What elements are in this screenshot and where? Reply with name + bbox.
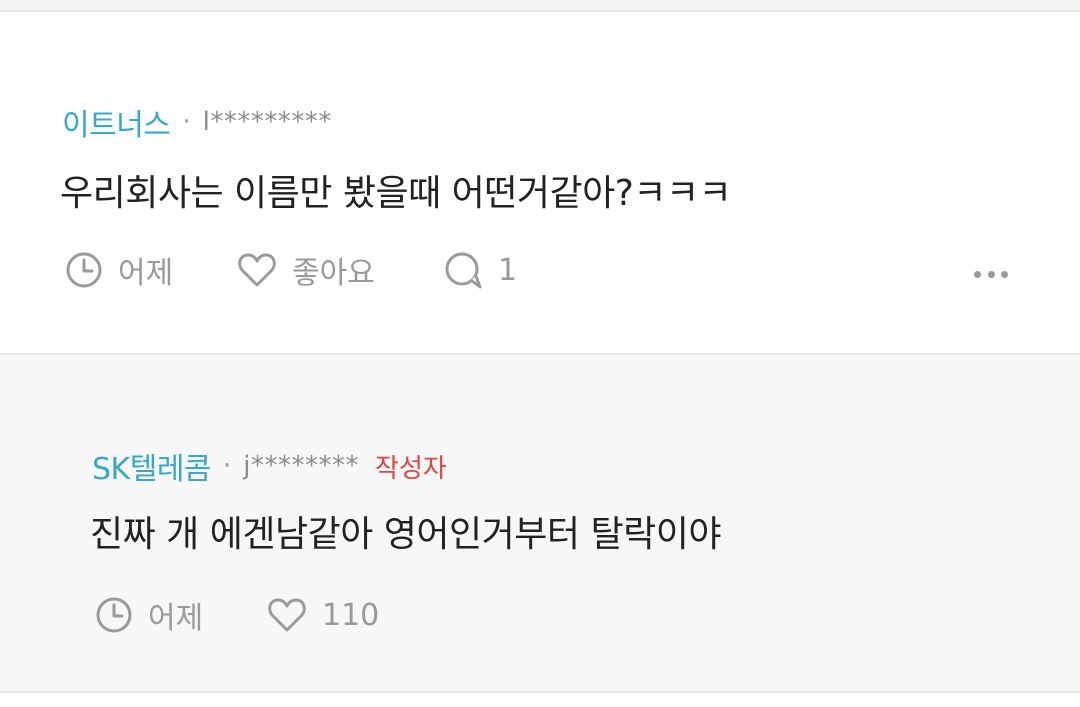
meta-separator: · — [223, 451, 232, 481]
comment-actions: 어제 좋아요 1 — [64, 248, 517, 292]
time-label: 어제 — [148, 601, 204, 636]
reply-meta: SK텔레콤 · j******** 작성자 — [92, 448, 447, 487]
reply-button[interactable]: 1 — [442, 250, 517, 290]
reply-time: 어제 — [94, 593, 266, 637]
reply-count: 1 — [498, 252, 518, 288]
bottom-strip — [0, 693, 1080, 707]
top-divider — [0, 0, 1080, 12]
user-id: j******** — [243, 451, 360, 481]
heart-icon — [266, 595, 308, 635]
comment-meta: 이트너스 · l********* — [62, 104, 332, 143]
user-id: l********* — [202, 107, 332, 137]
company-name[interactable]: 이트너스 — [62, 100, 171, 144]
more-horizontal-icon — [987, 270, 995, 278]
like-button[interactable]: 110 — [266, 595, 379, 635]
like-count: 110 — [322, 597, 380, 633]
time-label: 어제 — [118, 256, 174, 291]
author-badge: 작성자 — [375, 453, 447, 484]
more-options-button[interactable] — [974, 266, 1008, 282]
comment-thread-screen: 이트너스 · l********* 우리회사는 이름만 봤을때 어떤거같아?ㅋㅋ… — [0, 0, 1080, 707]
speech-bubble-icon — [442, 250, 484, 290]
heart-icon — [236, 250, 278, 290]
comment-body: 우리회사는 이름만 봤을때 어떤거같아?ㅋㅋㅋ — [60, 173, 732, 214]
reply-item: SK텔레콤 · j******** 작성자 진짜 개 에겐남같아 영어인거부터 … — [0, 353, 1080, 693]
like-label: 좋아요 — [292, 256, 375, 291]
clock-icon — [64, 250, 104, 290]
company-name[interactable]: SK텔레콤 — [92, 444, 212, 488]
meta-separator: · — [182, 107, 191, 137]
comment-time: 어제 — [64, 248, 236, 292]
like-button[interactable]: 좋아요 — [236, 248, 442, 292]
comment-item: 이트너스 · l********* 우리회사는 이름만 봤을때 어떤거같아?ㅋㅋ… — [0, 12, 1080, 353]
reply-body: 진짜 개 에겐남같아 영어인거부터 탈락이야 — [90, 514, 721, 555]
more-horizontal-icon — [974, 270, 981, 278]
clock-icon — [94, 595, 134, 635]
reply-actions: 어제 110 — [94, 593, 379, 637]
more-horizontal-icon — [1001, 270, 1008, 278]
